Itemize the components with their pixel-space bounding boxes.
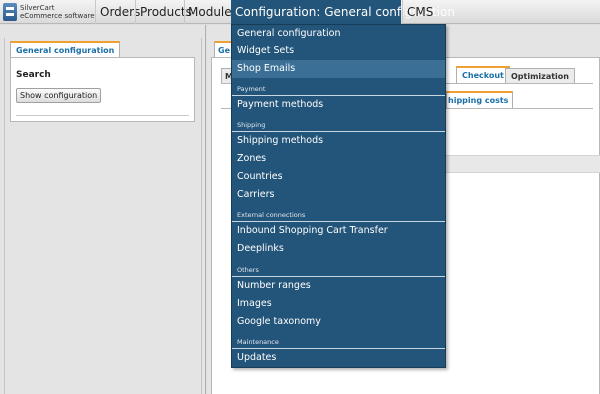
menu-item-zones[interactable]: Zones xyxy=(232,150,445,168)
menu-item-deeplinks[interactable]: Deeplinks xyxy=(232,240,445,258)
subtab-shipping-costs[interactable]: hipping costs xyxy=(446,91,514,108)
menu-item-inbound-shopping-cart-transfer[interactable]: Inbound Shopping Cart Transfer xyxy=(232,222,445,240)
search-title: Search xyxy=(16,70,51,80)
menu-separator xyxy=(402,0,403,24)
configuration-dropdown: General configuration Widget Sets Shop E… xyxy=(231,24,446,368)
menu-item-general-configuration[interactable]: General configuration xyxy=(232,25,445,43)
menu-item-carriers[interactable]: Carriers xyxy=(232,186,445,204)
silvercart-logo-icon xyxy=(3,3,17,21)
menu-separator xyxy=(135,0,136,24)
menu-item-shop-emails[interactable]: Shop Emails xyxy=(232,60,445,78)
section-header-others: Others xyxy=(237,266,259,274)
section-header-maintenance: Maintenance xyxy=(237,338,279,346)
menu-item-google-taxonomy[interactable]: Google taxonomy xyxy=(232,313,445,331)
tab-general-configuration[interactable]: General configuration xyxy=(10,41,121,57)
menu-separator xyxy=(184,0,185,24)
content-header-strip xyxy=(446,155,600,173)
menu-separator xyxy=(95,0,96,24)
menu-item-number-ranges[interactable]: Number ranges xyxy=(232,277,445,295)
menu-item-images[interactable]: Images xyxy=(232,295,445,313)
divider xyxy=(16,115,189,116)
menu-cms[interactable]: CMS xyxy=(407,0,433,24)
menu-item-countries[interactable]: Countries xyxy=(232,168,445,186)
brand-text: SilverCart eCommerce software xyxy=(20,4,95,20)
brand[interactable]: SilverCart eCommerce software xyxy=(0,0,95,24)
menu-configuration[interactable]: Configuration: General configuration xyxy=(231,0,455,24)
menu-item-updates[interactable]: Updates xyxy=(232,349,445,367)
brand-line1: SilverCart xyxy=(20,4,55,12)
section-header-payment: Payment xyxy=(237,85,266,93)
top-menu-bar: SilverCart eCommerce software Orders Pro… xyxy=(0,0,600,24)
menu-item-payment-methods[interactable]: Payment methods xyxy=(232,96,445,114)
section-header-external-connections: External connections xyxy=(237,211,306,219)
menu-item-shipping-methods[interactable]: Shipping methods xyxy=(232,132,445,150)
tab-optimization[interactable]: Optimization xyxy=(505,68,575,83)
menu-item-widget-sets[interactable]: Widget Sets xyxy=(232,42,445,60)
brand-line2: eCommerce software xyxy=(20,12,95,20)
section-header-shipping: Shipping xyxy=(237,121,266,129)
show-configuration-button[interactable]: Show configuration xyxy=(16,88,102,103)
tab-checkout[interactable]: Checkout xyxy=(456,66,510,83)
